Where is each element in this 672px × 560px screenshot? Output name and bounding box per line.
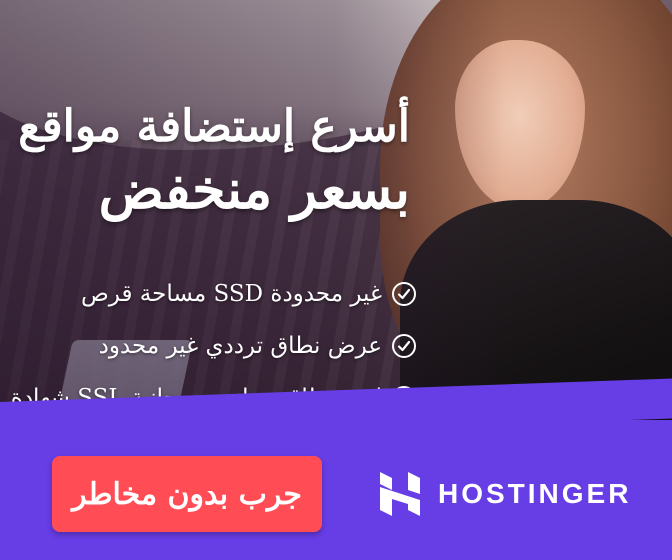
feature-item: عرض نطاق ترددي غير محدود	[0, 320, 416, 372]
headline-line-2: بسعر منخفض	[98, 157, 410, 221]
try-risk-free-button[interactable]: جرب بدون مخاطر	[52, 456, 322, 532]
check-circle-icon	[392, 282, 416, 306]
feature-item: غير محدودة SSD مساحة قرص	[0, 268, 416, 320]
check-circle-icon	[392, 334, 416, 358]
hostinger-ad-banner[interactable]: أسرع إستضافة مواقع بسعر منخفض غير محدودة…	[0, 0, 672, 560]
hostinger-logo-icon	[376, 470, 424, 518]
headline: أسرع إستضافة مواقع بسعر منخفض	[10, 96, 410, 220]
headline-line-1: أسرع إستضافة مواقع	[18, 101, 410, 152]
brand-logo[interactable]: HOSTINGER	[376, 468, 631, 520]
brand-name: HOSTINGER	[438, 478, 632, 509]
feature-text: غير محدودة SSD مساحة قرص	[81, 281, 382, 307]
feature-text: عرض نطاق ترددي غير محدود	[98, 333, 382, 359]
